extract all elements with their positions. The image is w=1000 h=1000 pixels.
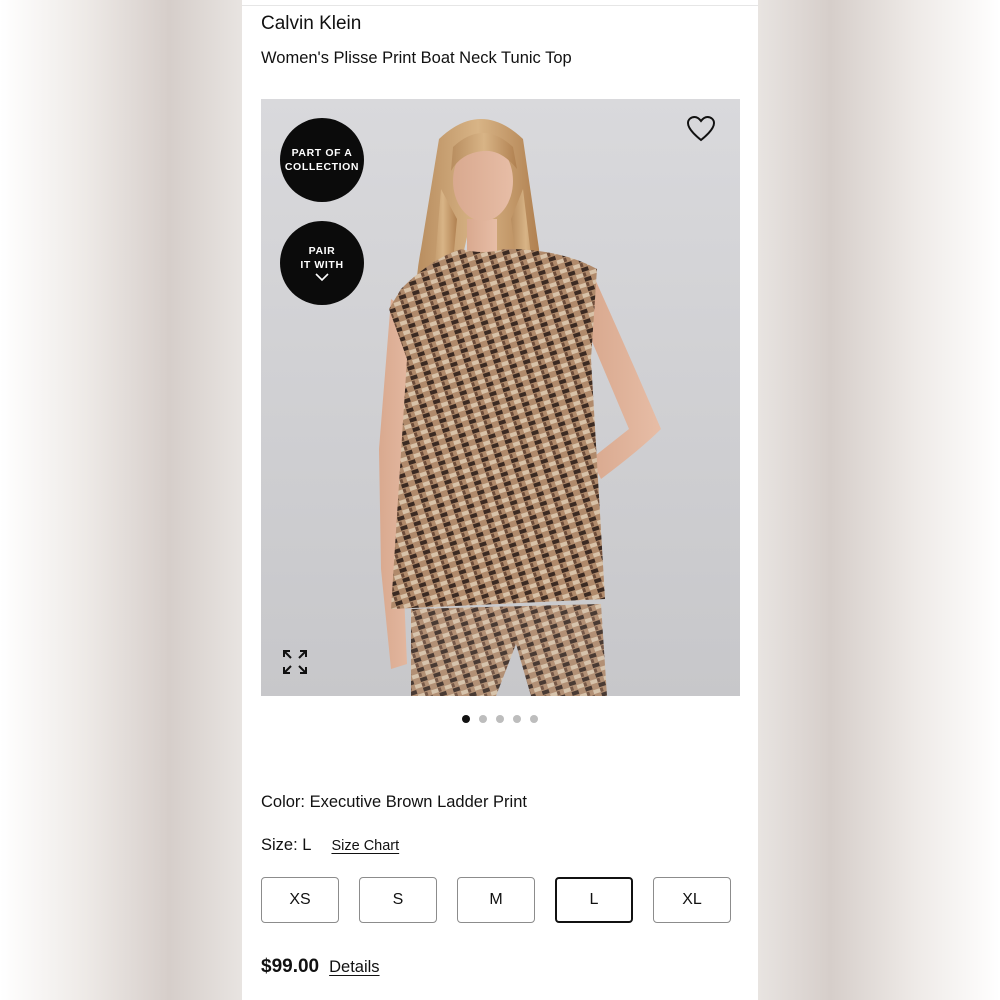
- carousel-pagination: [242, 715, 758, 723]
- details-link[interactable]: Details: [329, 958, 379, 977]
- size-row: Size: L Size Chart: [261, 836, 399, 855]
- heart-icon[interactable]: [686, 115, 716, 143]
- chevron-down-icon: [315, 273, 329, 282]
- carousel-dot[interactable]: [530, 715, 538, 723]
- part-of-collection-badge[interactable]: PART OF A COLLECTION: [280, 118, 364, 202]
- size-option-xs[interactable]: XS: [261, 877, 339, 923]
- carousel-dot[interactable]: [496, 715, 504, 723]
- expand-icon[interactable]: [281, 648, 309, 676]
- size-option-s[interactable]: S: [359, 877, 437, 923]
- size-chart-link[interactable]: Size Chart: [331, 838, 399, 854]
- price: $99.00: [261, 956, 320, 977]
- size-option-l[interactable]: L: [555, 877, 633, 923]
- product-image-carousel[interactable]: PART OF A COLLECTION PAIR IT WITH: [261, 99, 740, 696]
- selected-size-label: Size: L: [261, 836, 312, 854]
- background-blur-right: [758, 0, 1000, 1000]
- top-divider: [242, 5, 758, 6]
- pair-it-with-badge[interactable]: PAIR IT WITH: [280, 221, 364, 305]
- color-label: Color: Executive Brown Ladder Print: [261, 793, 527, 811]
- brand-name: Calvin Klein: [261, 13, 362, 34]
- price-row: $99.00 Details: [261, 956, 380, 978]
- background-blur-left: [0, 0, 242, 1000]
- carousel-dot[interactable]: [513, 715, 521, 723]
- product-page: Calvin Klein Women's Plisse Print Boat N…: [242, 0, 758, 1000]
- carousel-dot[interactable]: [479, 715, 487, 723]
- badge-collection-line-2: COLLECTION: [284, 161, 360, 173]
- carousel-dot[interactable]: [462, 715, 470, 723]
- badge-collection-line-1: PART OF A: [291, 147, 353, 159]
- size-selector: XS S M L XL: [261, 877, 731, 923]
- product-title: Women's Plisse Print Boat Neck Tunic Top: [261, 49, 572, 67]
- badge-pair-line-2: IT WITH: [300, 259, 344, 271]
- size-option-m[interactable]: M: [457, 877, 535, 923]
- size-option-xl[interactable]: XL: [653, 877, 731, 923]
- badge-pair-line-1: PAIR: [308, 245, 336, 257]
